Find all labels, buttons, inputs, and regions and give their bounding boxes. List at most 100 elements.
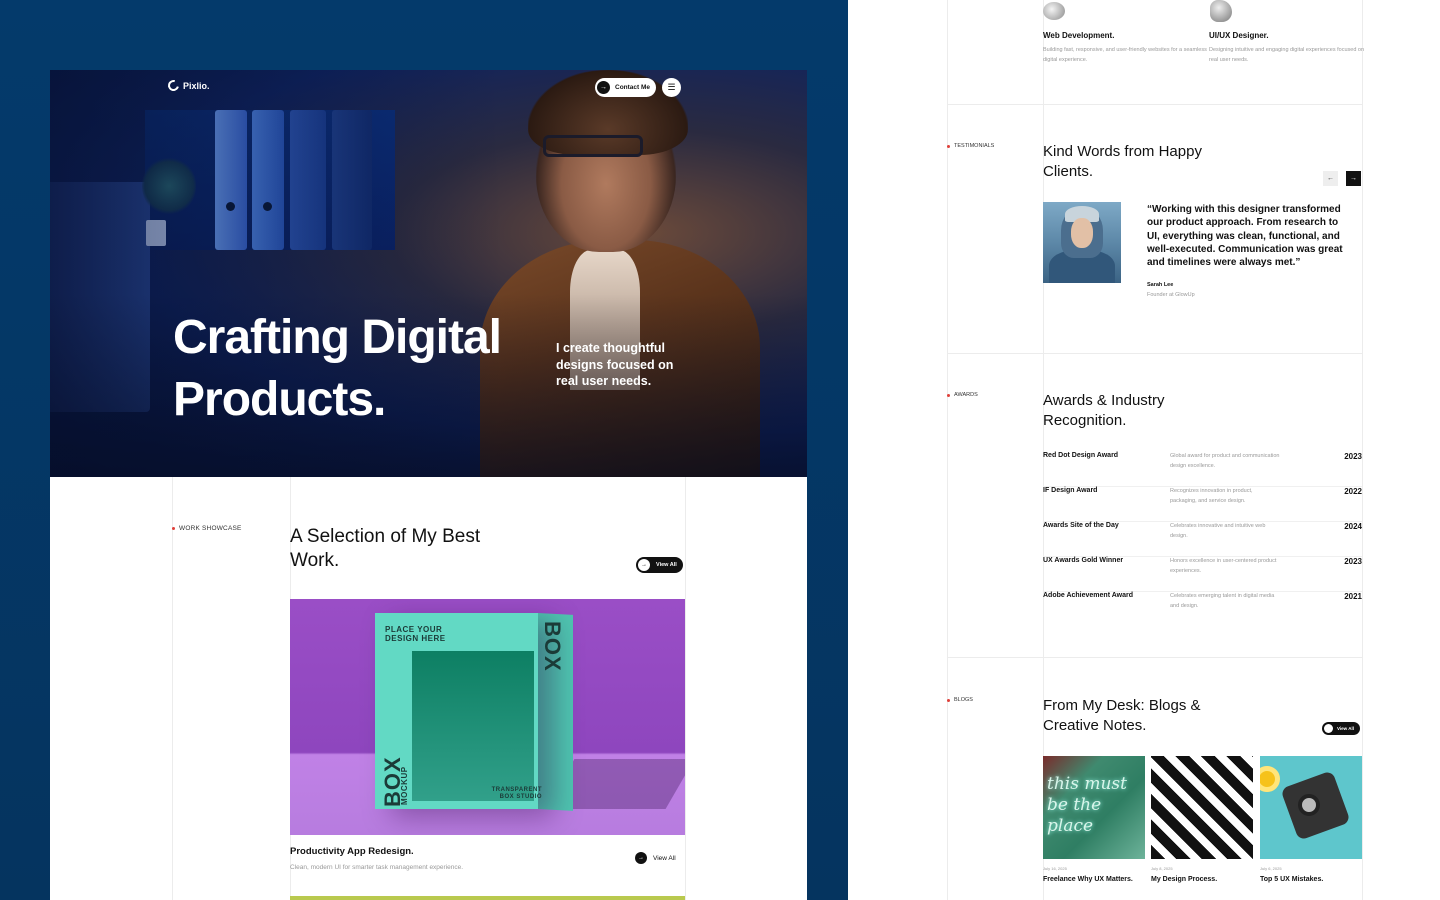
tag-dot <box>947 144 950 148</box>
grid-line <box>172 477 173 900</box>
award-year: 2023 <box>1344 452 1362 461</box>
blog-date: July 6, 2025 <box>1260 866 1282 871</box>
blogs-view-all-label: View All <box>1337 726 1355 731</box>
contact-me-label: Contact Me <box>615 84 651 91</box>
awards-title: Awards & Industry Recognition. <box>1043 392 1165 429</box>
awards-tag: AWARDS <box>947 392 978 398</box>
grid-line <box>1362 0 1363 900</box>
award-row: Adobe Achievement Award Celebrates emerg… <box>1043 592 1362 627</box>
testimonials-title: Kind Words from Happy Clients. <box>1043 143 1202 180</box>
blogs-title: From My Desk: Blogs & Creative Notes. <box>1043 697 1201 734</box>
testimonial-author: Sarah Lee <box>1147 282 1174 288</box>
awards-tag-label: AWARDS <box>954 392 978 398</box>
project-description: Clean, modern UI for smarter task manage… <box>290 864 464 871</box>
testimonial-quote: “Working with this designer transformed … <box>1147 204 1343 269</box>
work-view-all-label: View All <box>656 562 677 568</box>
award-description: Celebrates innovative and intuitive web … <box>1170 523 1266 539</box>
award-name: Awards Site of the Day <box>1043 522 1119 529</box>
project-image[interactable]: PLACE YOUR DESIGN HERE BOX MOCKUP BOX TR… <box>290 599 685 835</box>
arrow-right-icon: → <box>635 852 647 864</box>
blog-title[interactable]: Freelance Why UX Matters. <box>1043 876 1133 883</box>
section-divider <box>947 104 1363 105</box>
service-description: Designing intuitive and engaging digital… <box>1209 47 1365 63</box>
grid-line <box>685 477 686 900</box>
homepage-preview: Pixlio. → Contact Me ☰ Crafting Digital … <box>50 70 807 900</box>
arrow-right-icon <box>1324 724 1333 733</box>
award-name: UX Awards Gold Winner <box>1043 557 1124 564</box>
blogs-view-all-button[interactable]: View All <box>1322 722 1361 735</box>
section-divider <box>947 657 1363 658</box>
award-row: IF Design Award Recognizes innovation in… <box>1043 487 1362 522</box>
hero-nav: → Contact Me ☰ <box>595 78 682 97</box>
contact-me-button[interactable]: → Contact Me <box>595 78 657 97</box>
service-title: Web Development. <box>1043 31 1115 40</box>
camera-lens <box>1298 794 1320 816</box>
award-row: Awards Site of the Day Celebrates innova… <box>1043 522 1362 557</box>
box-word-side: BOX <box>540 621 565 672</box>
work-view-all-button[interactable]: → View All <box>636 557 683 573</box>
award-row: UX Awards Gold Winner Honors excellence … <box>1043 557 1362 592</box>
box-window <box>412 651 534 801</box>
hero-subtitle: I create thoughtful designs focused on r… <box>556 341 674 388</box>
grid-line <box>947 0 948 900</box>
work-section-title: A Selection of My Best Work. <box>290 526 481 571</box>
service-title: UI/UX Designer. <box>1209 31 1269 40</box>
site-logo[interactable]: Pixlio. <box>165 77 210 94</box>
award-year: 2022 <box>1344 487 1362 496</box>
blog-date: July 8, 2025 <box>1151 866 1173 871</box>
project-view-all-label: View All <box>653 854 676 862</box>
tag-dot <box>172 527 175 530</box>
neon-sign-text: this must be the place <box>1047 774 1127 836</box>
work-showcase-tag: WORK SHOWCASE <box>172 525 242 532</box>
arrow-right-icon: → <box>638 559 650 571</box>
testimonials-tag-label: TESTIMONIALS <box>954 143 995 149</box>
award-year: 2023 <box>1344 557 1362 566</box>
menu-button[interactable]: ☰ <box>662 78 682 97</box>
award-name: Red Dot Design Award <box>1043 452 1119 459</box>
work-showcase-tag-label: WORK SHOWCASE <box>179 525 242 532</box>
client-photo <box>1043 202 1121 283</box>
box-top-label: PLACE YOUR DESIGN HERE <box>385 625 446 643</box>
award-description: Global award for product and communicati… <box>1170 453 1280 469</box>
testimonial-prev-button[interactable]: ← <box>1323 171 1338 186</box>
blog-thumbnail[interactable] <box>1260 756 1362 859</box>
award-year: 2024 <box>1344 522 1362 531</box>
tag-dot <box>947 393 950 397</box>
award-name: Adobe Achievement Award <box>1043 592 1133 599</box>
box-bottom-label: TRANSPARENT BOX STUDIO <box>491 787 542 800</box>
section-divider <box>947 353 1363 354</box>
blog-thumbnail[interactable] <box>1151 756 1253 859</box>
arrow-right-icon: → <box>597 81 610 94</box>
ui-ux-design-icon <box>1210 0 1232 22</box>
box-sub-label: MOCKUP <box>400 766 409 805</box>
blog-title[interactable]: Top 5 UX Mistakes. <box>1260 876 1323 883</box>
arrow-left-icon: ← <box>1327 175 1334 182</box>
hero-title: Crafting Digital Products. <box>173 311 502 426</box>
testimonial-role: Founder at GlowUp <box>1147 292 1195 298</box>
next-project-preview <box>290 896 685 900</box>
blogs-tag: BLOGS <box>947 697 973 703</box>
project-view-all-link[interactable]: → View All <box>635 852 676 864</box>
logo-text: Pixlio. <box>183 80 210 91</box>
blog-date: July 16, 2025 <box>1043 866 1067 871</box>
film-reel <box>1260 766 1280 792</box>
web-development-icon <box>1043 2 1065 20</box>
logo-icon <box>165 77 182 94</box>
project-name[interactable]: Productivity App Redesign. <box>290 846 414 857</box>
award-description: Celebrates emerging talent in digital me… <box>1170 593 1275 609</box>
award-description: Recognizes innovation in product, packag… <box>1170 488 1253 504</box>
arrow-right-icon: → <box>1350 175 1357 182</box>
testimonials-tag: TESTIMONIALS <box>947 143 994 149</box>
award-row: Red Dot Design Award Global award for pr… <box>1043 452 1362 487</box>
tag-dot <box>947 698 950 702</box>
service-description: Building fast, responsive, and user-frie… <box>1043 47 1207 63</box>
blogs-tag-label: BLOGS <box>954 697 973 703</box>
hero-section: Pixlio. → Contact Me ☰ Crafting Digital … <box>50 70 807 477</box>
blog-thumbnail[interactable]: this must be the place <box>1043 756 1145 859</box>
blog-title[interactable]: My Design Process. <box>1151 876 1217 883</box>
hamburger-icon: ☰ <box>667 82 676 92</box>
award-description: Honors excellence in user-centered produ… <box>1170 558 1277 574</box>
client-photo-face <box>1071 218 1093 248</box>
award-name: IF Design Award <box>1043 487 1098 494</box>
testimonial-next-button[interactable]: → <box>1346 171 1361 186</box>
